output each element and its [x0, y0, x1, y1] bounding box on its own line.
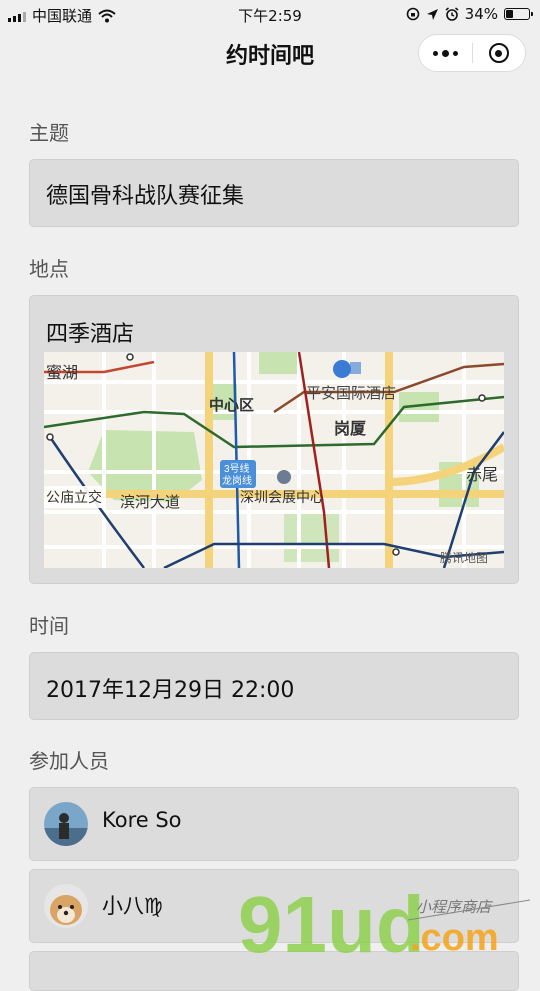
more-dot-icon [453, 50, 458, 56]
map-label-line3: 3号线 [224, 462, 250, 475]
time-value: 2017年12月29日 22:00 [46, 678, 295, 703]
watermark-logo: 91ud .com 小程序商店 [238, 880, 531, 958]
miniprogram-capsule [418, 34, 526, 72]
status-bar: 中国联通 下午2:59 34% [0, 0, 540, 28]
map-canvas: 蜜湖 中心区 平安国际酒店 岗厦 3号线 龙岗线 公庙立交 滨河大道 深圳会展中… [44, 352, 504, 568]
watermark-domain: .com [410, 917, 499, 958]
more-dot-icon [442, 49, 449, 57]
topic-label: 主题 [29, 121, 69, 145]
participant-name: 小八♍ [102, 894, 163, 918]
location-label: 地点 [29, 257, 69, 281]
map-label-convention: 深圳会展中心 [240, 489, 324, 505]
rotation-lock-icon [406, 7, 419, 21]
time-label: 时间 [29, 614, 69, 638]
participant-row[interactable]: Kore So [29, 787, 519, 861]
avatar [44, 884, 88, 928]
close-button[interactable] [473, 35, 525, 71]
more-button[interactable] [419, 35, 472, 71]
battery-icon [504, 8, 533, 20]
map-label-center: 中心区 [209, 396, 254, 414]
nav-bar: 约时间吧 [0, 28, 540, 78]
close-circle-icon [488, 43, 509, 63]
map-label-road: 滨河大道 [120, 494, 180, 511]
map-label-gangxia: 岗厦 [334, 420, 367, 438]
topic-field[interactable]: 德国骨科战队赛征集 [29, 159, 519, 227]
participant-name: Kore So [102, 808, 182, 832]
map-label-hotel: 平安国际酒店 [306, 385, 396, 402]
map-label-longgang: 龙岗线 [222, 474, 252, 487]
location-arrow-icon [426, 8, 438, 20]
location-value: 四季酒店 [46, 322, 135, 347]
alarm-icon [445, 7, 459, 21]
time-field[interactable]: 2017年12月29日 22:00 [29, 652, 519, 720]
map-attribution: 腾讯地图 [440, 550, 488, 565]
participants-label: 参加人员 [29, 749, 109, 773]
location-map[interactable]: 蜜湖 中心区 平安国际酒店 岗厦 3号线 龙岗线 公庙立交 滨河大道 深圳会展中… [44, 352, 504, 568]
status-right: 34% [406, 5, 533, 23]
battery-percent: 34% [464, 5, 498, 23]
watermark-brand: 91ud [238, 880, 425, 958]
more-dot-icon [433, 50, 438, 56]
map-label-chiwei: 赤尾 [466, 466, 498, 484]
location-field[interactable]: 四季酒店 蜜湖 中心区 平安国际酒店 岗厦 3号线 龙岗线 公庙立交 滨河大道 … [29, 295, 519, 584]
map-label-mihu: 蜜湖 [46, 363, 78, 382]
topic-value: 德国骨科战队赛征集 [46, 184, 245, 209]
map-label-interchange: 公庙立交 [46, 489, 102, 505]
avatar [44, 802, 88, 846]
